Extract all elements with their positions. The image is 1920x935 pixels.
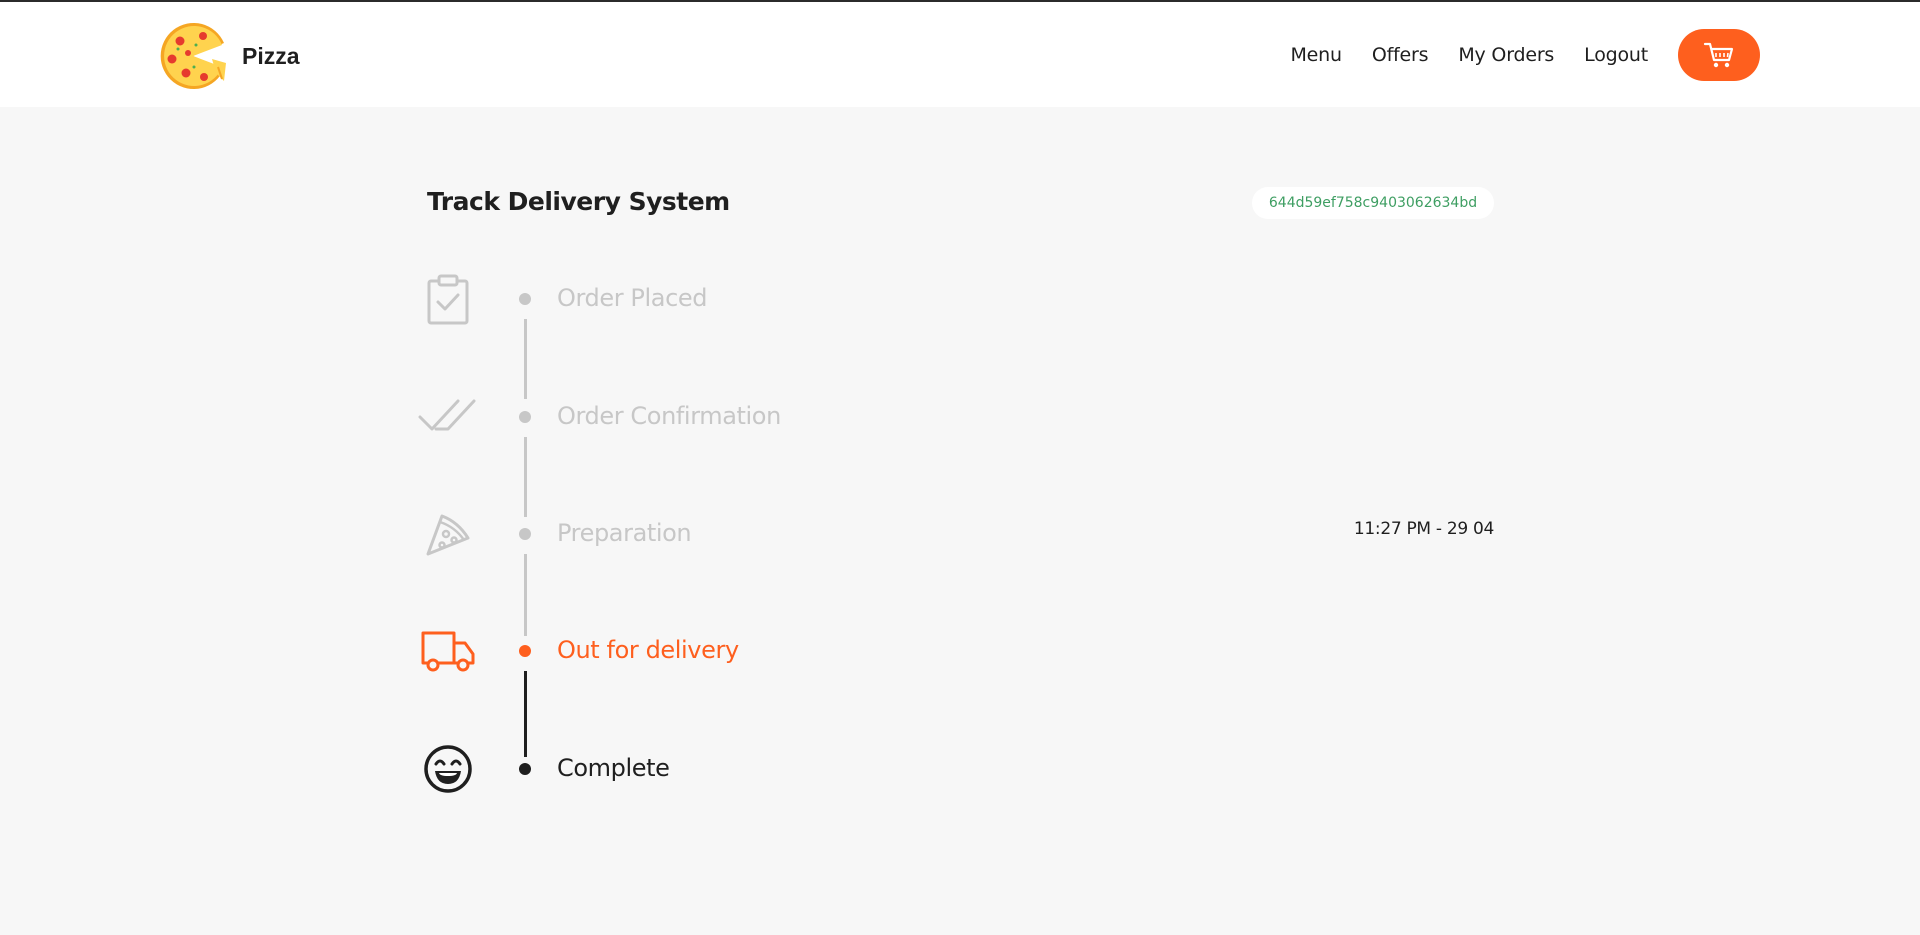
pizza-logo-icon xyxy=(160,23,226,89)
nav-logout[interactable]: Logout xyxy=(1584,44,1648,66)
step-label: Order Placed xyxy=(557,284,708,312)
nav-offers[interactable]: Offers xyxy=(1372,44,1429,66)
nav-my-orders[interactable]: My Orders xyxy=(1458,44,1554,66)
step-preparation: Preparation xyxy=(0,504,1920,564)
double-check-icon xyxy=(418,387,478,447)
order-id-badge: 644d59ef758c9403062634bd xyxy=(1252,187,1494,219)
brand-name: Pizza xyxy=(242,42,300,69)
step-dot xyxy=(519,528,531,540)
step-dot xyxy=(519,293,531,305)
cart-button[interactable] xyxy=(1678,28,1760,81)
step-dot xyxy=(519,763,531,775)
site-header: Pizza Menu Offers My Orders Logout xyxy=(0,2,1920,107)
page-title: Track Delivery System xyxy=(427,187,730,216)
logo-link[interactable]: Pizza xyxy=(158,20,300,92)
clipboard-check-icon xyxy=(418,269,478,329)
step-order-confirmation: Order Confirmation xyxy=(0,387,1920,447)
step-out-for-delivery: Out for delivery xyxy=(0,621,1920,681)
pizza-slice-icon xyxy=(418,504,478,564)
cart-icon xyxy=(1703,42,1734,67)
step-label: Preparation xyxy=(557,519,692,547)
truck-icon xyxy=(418,621,478,681)
step-order-placed: Order Placed xyxy=(0,269,1920,329)
tracking-section: Track Delivery System 644d59ef758c940306… xyxy=(0,107,1920,935)
nav-menu[interactable]: Menu xyxy=(1290,44,1342,66)
step-dot xyxy=(519,645,531,657)
step-label: Out for delivery xyxy=(557,636,739,664)
step-label: Complete xyxy=(557,754,670,782)
main-nav: Menu Offers My Orders Logout xyxy=(1290,2,1760,107)
status-timestamp: 11:27 PM - 29 04 xyxy=(1353,519,1494,539)
step-complete: Complete xyxy=(0,739,1920,799)
step-dot xyxy=(519,411,531,423)
smile-icon xyxy=(418,739,478,799)
step-label: Order Confirmation xyxy=(557,402,781,430)
